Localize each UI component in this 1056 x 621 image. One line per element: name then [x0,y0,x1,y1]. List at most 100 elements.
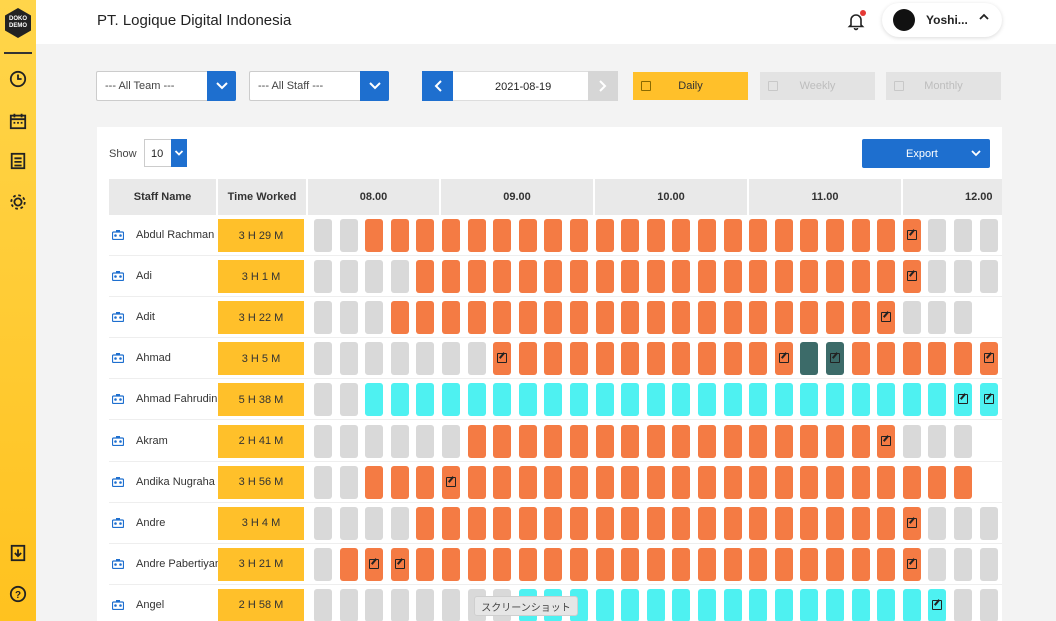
work-slot[interactable] [698,424,716,458]
remote-slot[interactable] [749,588,768,621]
work-slot[interactable] [493,260,512,294]
work-slot-note[interactable] [774,342,793,376]
remote-slot[interactable] [442,383,460,417]
work-slot[interactable] [723,301,742,335]
staff-name[interactable]: Ahmad [136,352,171,364]
idle-slot[interactable] [314,301,332,335]
work-slot[interactable] [851,301,870,335]
work-slot-note[interactable] [877,424,896,458]
idle-slot[interactable] [902,301,921,335]
chevron-down-icon[interactable] [360,71,389,101]
work-slot[interactable] [851,219,870,252]
work-slot[interactable] [646,547,665,581]
staff-name[interactable]: Andre Pabertiyan [136,558,221,570]
work-slot[interactable] [826,547,844,581]
work-slot[interactable] [826,506,844,540]
work-slot[interactable] [954,465,972,499]
date-picker[interactable]: 2021-08-19 [422,71,618,101]
work-slot[interactable] [774,260,793,294]
staff-select[interactable]: --- All Staff --- [249,71,389,101]
work-slot[interactable] [621,342,640,376]
work-slot[interactable] [544,260,563,294]
idle-slot[interactable] [979,547,998,581]
work-slot[interactable] [851,547,870,581]
idle-slot[interactable] [390,424,409,458]
idle-slot[interactable] [928,219,947,252]
idle-slot[interactable] [339,588,358,621]
remote-slot[interactable] [518,383,537,417]
remote-slot-note[interactable] [928,588,947,621]
idle-slot[interactable] [314,342,332,376]
work-slot[interactable] [390,219,409,252]
work-slot[interactable] [672,465,691,499]
work-slot[interactable] [774,219,793,252]
monthly-view-button[interactable]: Monthly [886,72,1001,100]
work-slot[interactable] [774,506,793,540]
idle-slot[interactable] [928,424,947,458]
help-icon[interactable]: ? [7,583,29,605]
work-slot[interactable] [698,465,716,499]
work-slot[interactable] [723,506,742,540]
idle-slot[interactable] [390,260,409,294]
idle-slot[interactable] [954,506,972,540]
work-slot[interactable] [928,342,947,376]
work-slot[interactable] [570,301,588,335]
work-slot[interactable] [877,547,896,581]
table-row[interactable]: Andre 3 H 4 M [109,503,1002,544]
work-slot[interactable] [826,424,844,458]
work-slot[interactable] [877,342,896,376]
work-slot[interactable] [518,506,537,540]
work-slot[interactable] [877,219,896,252]
work-slot[interactable] [570,342,588,376]
team-select[interactable]: --- All Team --- [96,71,236,101]
work-slot[interactable] [544,547,563,581]
app-logo[interactable]: DOKO DEMO [5,8,31,38]
work-slot[interactable] [800,424,819,458]
work-slot[interactable] [646,506,665,540]
idle-slot[interactable] [416,424,435,458]
work-slot[interactable] [723,342,742,376]
remote-slot[interactable] [698,383,716,417]
remote-slot[interactable] [877,588,896,621]
work-slot[interactable] [595,301,614,335]
table-row[interactable]: Andika Nugraha 3 H 56 M [109,462,1002,503]
idle-slot[interactable] [314,547,332,581]
work-slot[interactable] [518,301,537,335]
remote-slot[interactable] [826,383,844,417]
work-slot[interactable] [672,301,691,335]
remote-slot[interactable] [621,383,640,417]
idle-slot[interactable] [365,588,384,621]
table-row[interactable]: Adit 3 H 22 M [109,297,1002,339]
work-slot[interactable] [851,506,870,540]
remote-slot[interactable] [800,383,819,417]
staff-name[interactable]: Adit [136,311,155,323]
remote-slot[interactable] [902,588,921,621]
work-slot-note[interactable] [979,342,998,376]
work-slot[interactable] [851,465,870,499]
remote-slot[interactable] [902,383,921,417]
work-slot[interactable] [390,465,409,499]
daily-view-button[interactable]: Daily [633,72,748,100]
work-slot[interactable] [723,219,742,252]
page-size-select[interactable]: 10 [144,139,187,167]
remote-slot-note[interactable] [979,383,998,417]
work-slot[interactable] [902,342,921,376]
idle-slot[interactable] [365,424,384,458]
work-slot-note[interactable] [365,547,384,581]
chevron-right-icon[interactable] [588,71,618,101]
work-slot[interactable] [493,301,512,335]
work-slot[interactable] [570,547,588,581]
work-slot[interactable] [621,260,640,294]
work-slot[interactable] [442,219,460,252]
work-slot[interactable] [416,219,435,252]
work-slot[interactable] [570,424,588,458]
work-slot[interactable] [570,260,588,294]
chevron-down-icon[interactable] [171,139,187,167]
work-slot[interactable] [339,547,358,581]
work-slot[interactable] [544,342,563,376]
chevron-down-icon[interactable] [970,147,982,159]
remote-slot[interactable] [621,588,640,621]
work-slot[interactable] [544,424,563,458]
idle-slot[interactable] [365,260,384,294]
export-button[interactable]: Export [862,139,990,168]
